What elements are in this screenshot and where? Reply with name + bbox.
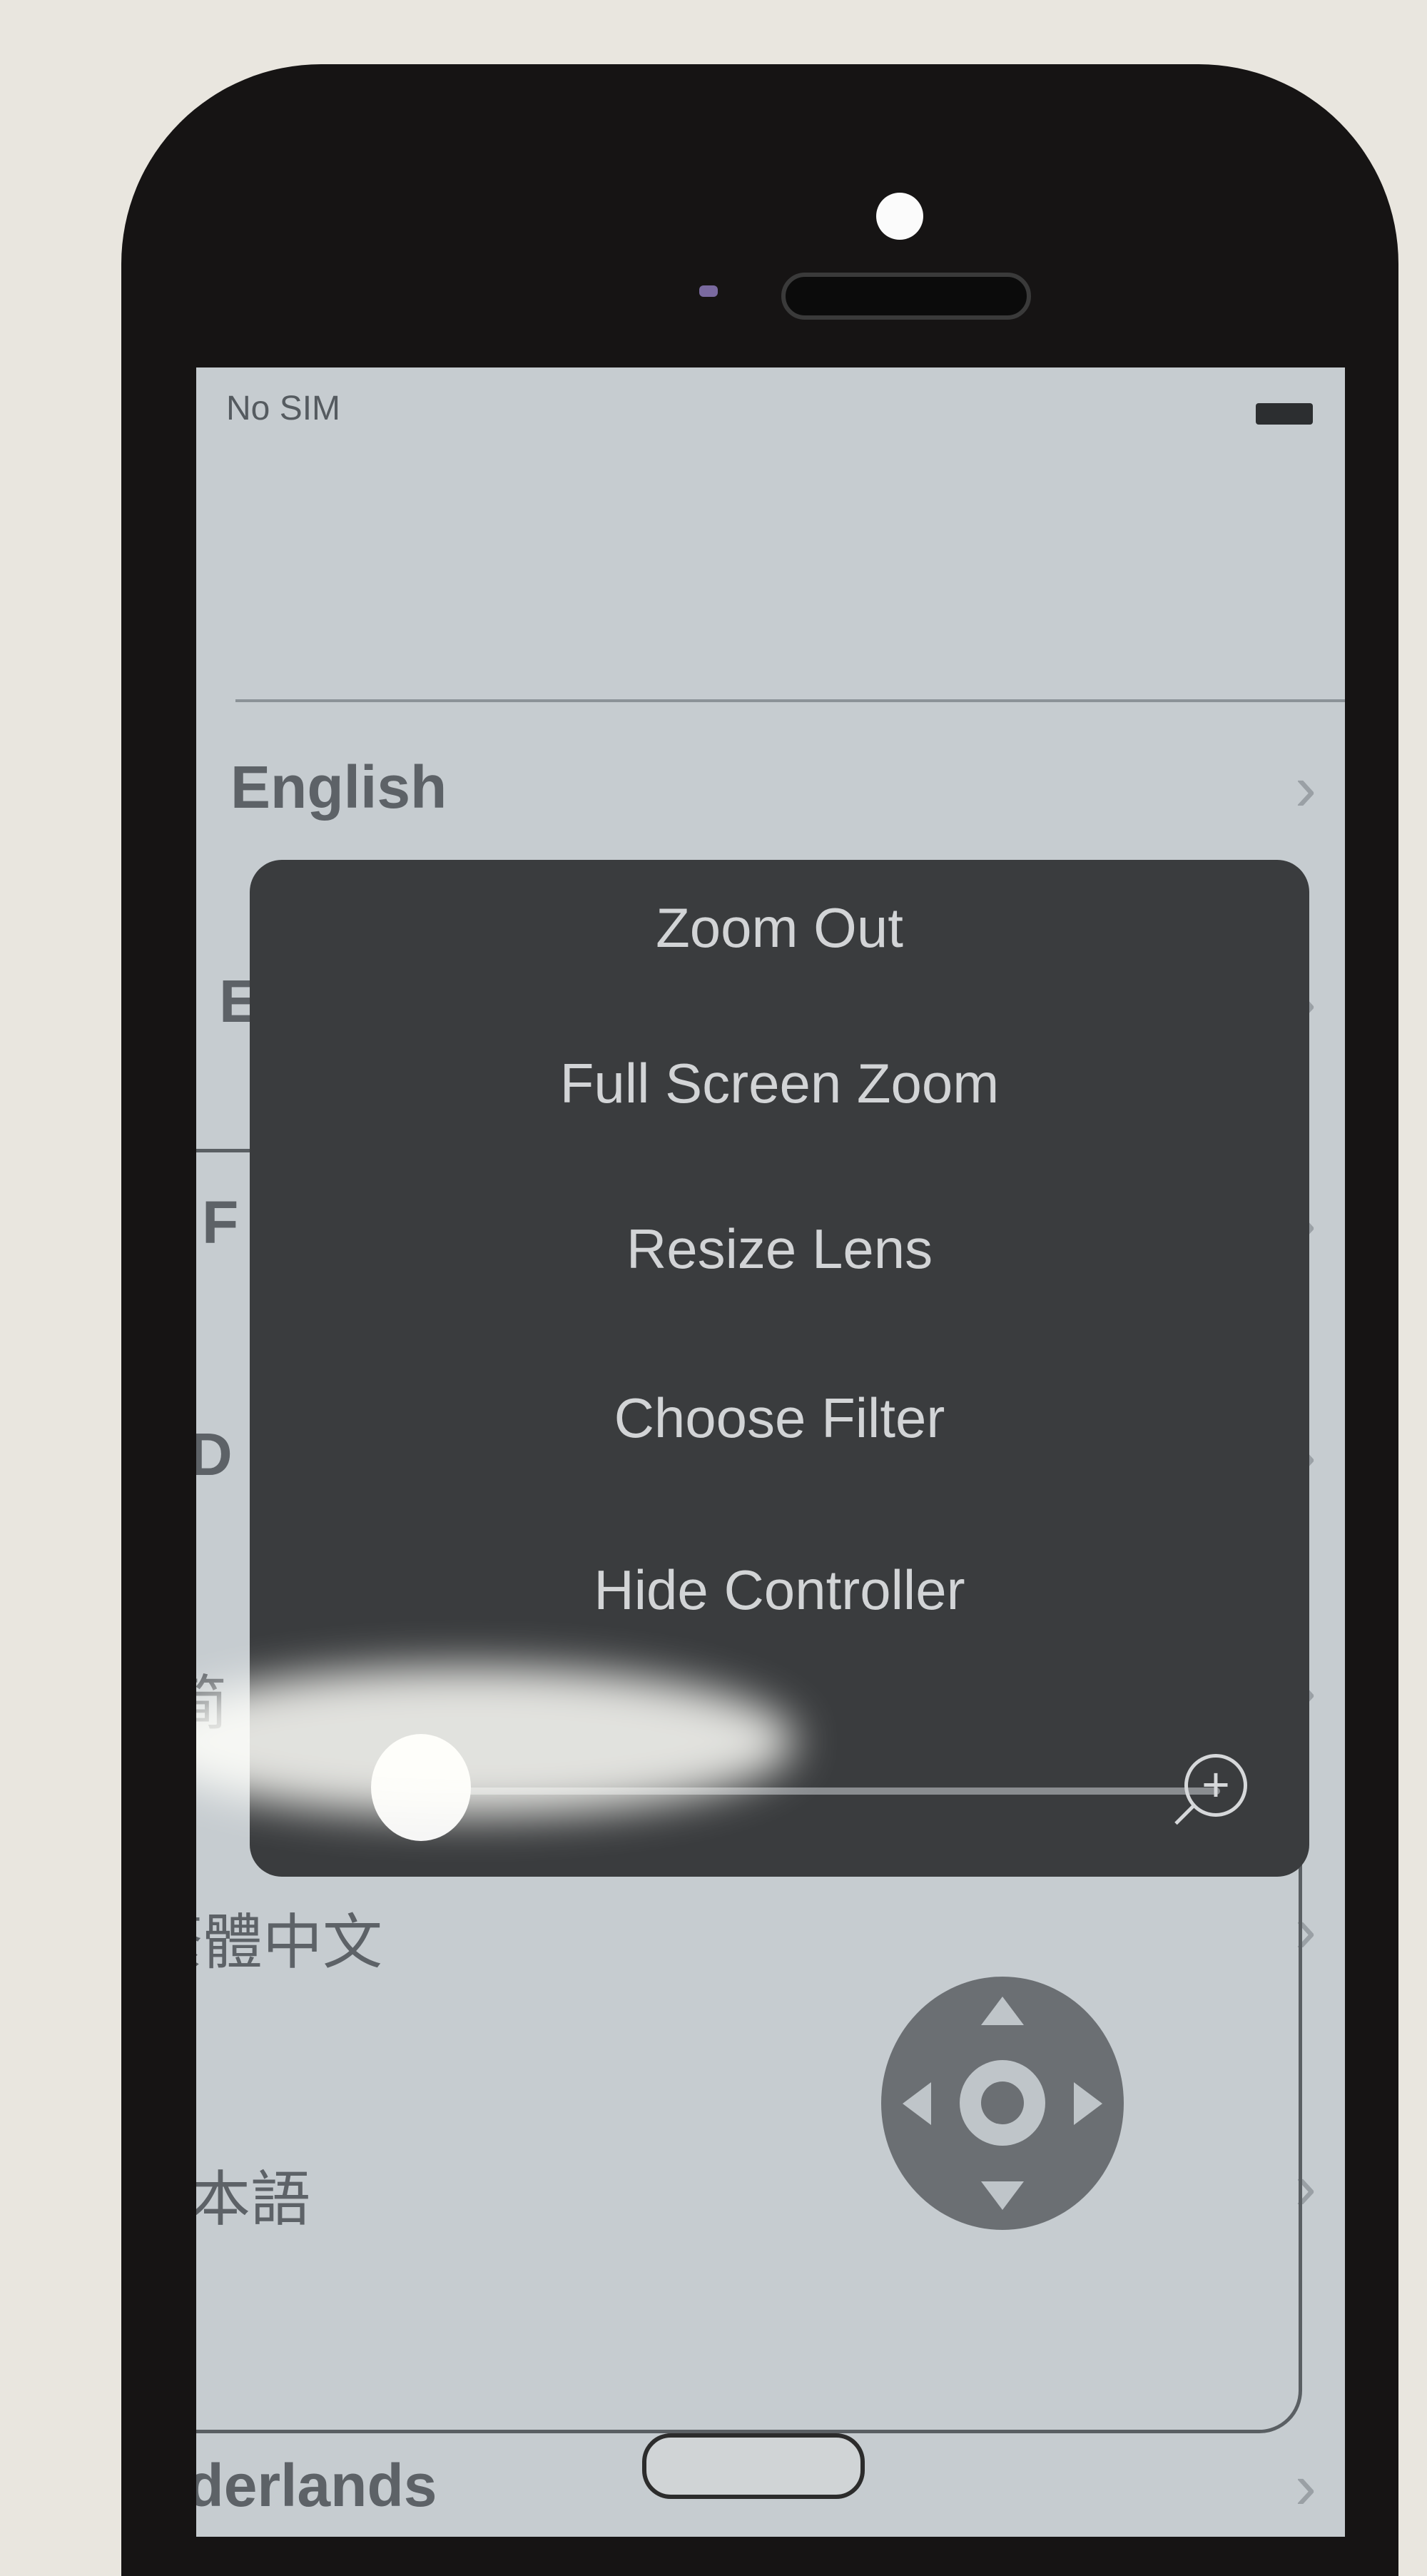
language-row-english[interactable]: English ›	[196, 753, 1345, 838]
proximity-sensor	[699, 285, 718, 297]
full-screen-zoom-menu-item[interactable]: Full Screen Zoom	[250, 1051, 1309, 1116]
language-label: Nederlands	[196, 2452, 437, 2519]
arrow-right-icon	[1074, 2082, 1102, 2125]
home-button[interactable]	[642, 2433, 865, 2499]
chevron-right-icon: ›	[1295, 2451, 1316, 2522]
zoom-in-icon[interactable]: +	[1184, 1754, 1247, 1817]
controller-center-icon	[960, 2060, 1045, 2146]
choose-filter-menu-item[interactable]: Choose Filter	[250, 1386, 1309, 1451]
arrow-up-icon	[981, 1997, 1024, 2025]
zoom-controller-dpad-icon[interactable]	[881, 1977, 1124, 2230]
list-divider	[235, 699, 1345, 702]
resize-lens-menu-item[interactable]: Resize Lens	[250, 1217, 1309, 1282]
front-camera	[876, 193, 923, 240]
carrier-label: No SIM	[226, 390, 341, 427]
screen: No SIM English › E › F › D › 简 › 繁體中文 › …	[196, 367, 1345, 2537]
arrow-left-icon	[903, 2082, 931, 2125]
status-bar: No SIM	[196, 367, 1345, 446]
language-label: English	[230, 754, 447, 821]
arrow-down-icon	[981, 2181, 1024, 2210]
hide-controller-menu-item[interactable]: Hide Controller	[250, 1558, 1309, 1623]
chevron-right-icon: ›	[1295, 753, 1316, 824]
battery-icon	[1256, 403, 1313, 425]
zoom-out-menu-item[interactable]: Zoom Out	[250, 896, 1309, 960]
earpiece-speaker	[781, 273, 1031, 320]
